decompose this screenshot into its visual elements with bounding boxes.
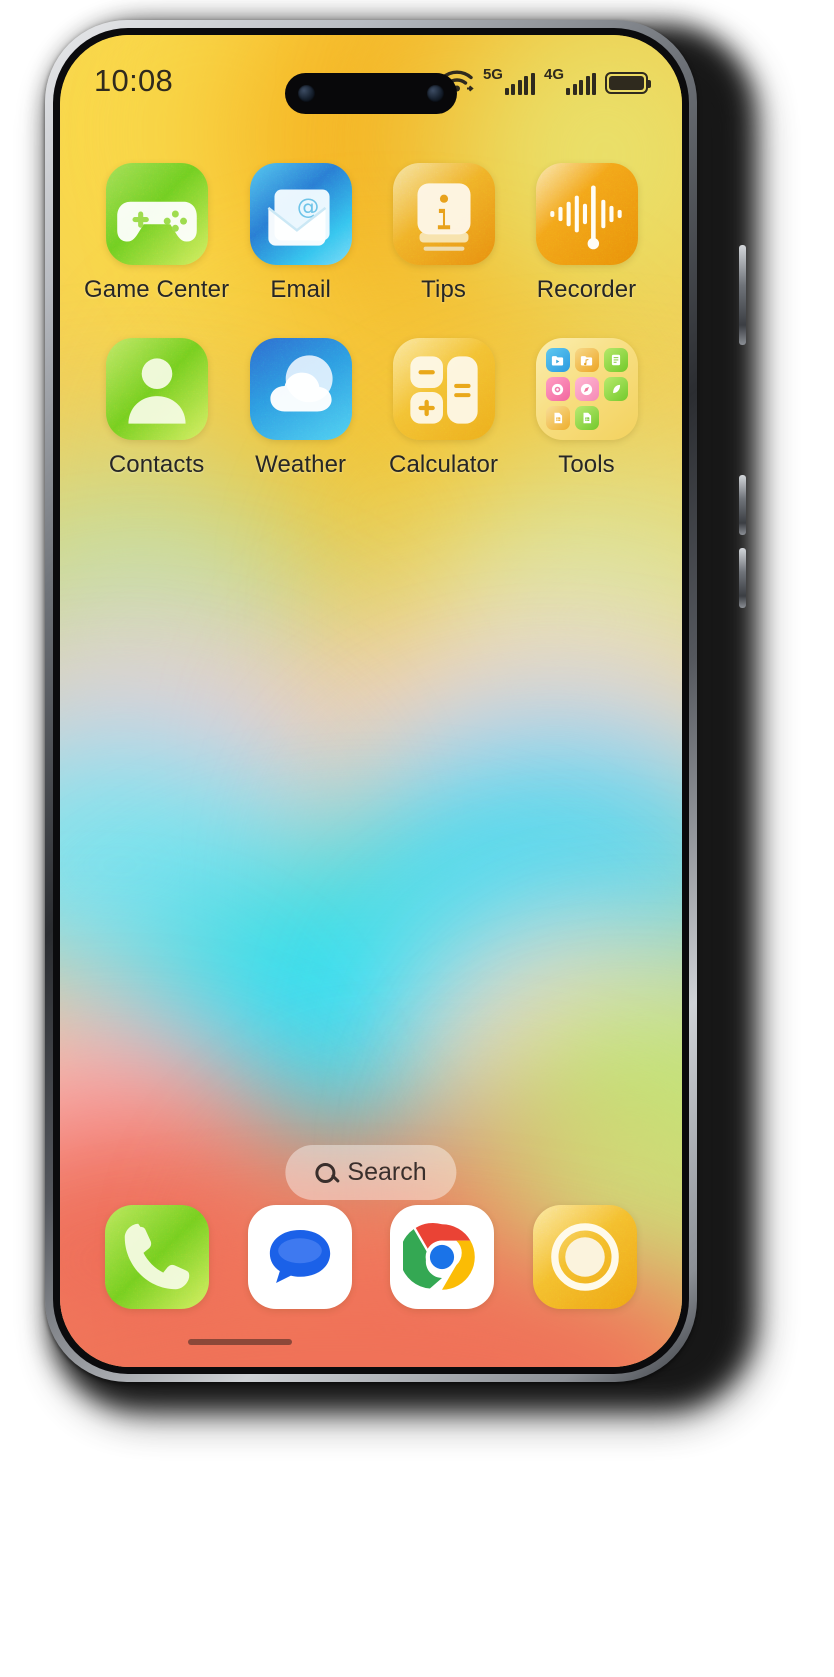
game-center-icon[interactable]: [105, 163, 208, 265]
search-label: Search: [347, 1158, 427, 1186]
app-contacts[interactable]: Contacts: [84, 338, 229, 479]
phone-bezel: 10:08 5G 4G Game Center @ Email Tips Rec…: [53, 28, 689, 1374]
app-label: Game Center: [84, 276, 230, 303]
phone-icon[interactable]: [105, 1205, 210, 1309]
tools-folder-icon[interactable]: [535, 338, 638, 440]
front-camera-lens-right: [427, 85, 444, 102]
battery-icon: [605, 72, 651, 94]
contacts-icon[interactable]: [105, 338, 208, 440]
signal-4g: 4G: [544, 67, 596, 95]
app-label: Recorder: [536, 276, 637, 303]
status-indicators: 5G 4G: [440, 67, 651, 95]
weather-icon[interactable]: [249, 338, 352, 440]
app-label: Tools: [558, 451, 615, 478]
tips-icon[interactable]: [392, 163, 495, 265]
mini-icon-leaf: [603, 377, 628, 401]
network-label-secondary: 4G: [543, 66, 564, 83]
app-label: Calculator: [389, 451, 499, 478]
mini-icon-camera: [545, 377, 570, 401]
mini-icon-video: [545, 348, 570, 372]
app-tips[interactable]: Tips: [372, 163, 515, 304]
mini-icon-compass: [574, 377, 599, 401]
signal-5g: 5G: [483, 67, 535, 95]
mini-icon-empty-slot: [604, 406, 628, 430]
app-label: Weather: [255, 451, 347, 478]
mini-icon-sim-one: [545, 406, 570, 430]
app-folder-tools[interactable]: Tools: [515, 338, 658, 479]
phone-screenshot: 10:08 5G 4G Game Center @ Email Tips Rec…: [0, 0, 834, 1677]
app-grid: Game Center @ Email Tips Recorder Contac…: [60, 163, 682, 479]
dynamic-island: [285, 73, 457, 114]
signal-bars-secondary: [566, 73, 596, 95]
messages-icon[interactable]: [247, 1205, 352, 1309]
app-weather[interactable]: Weather: [229, 338, 372, 479]
phone-frame: 10:08 5G 4G Game Center @ Email Tips Rec…: [45, 20, 746, 1382]
search-icon: [315, 1162, 336, 1183]
dock: [60, 1205, 682, 1309]
phone-screen: 10:08 5G 4G Game Center @ Email Tips Rec…: [60, 35, 682, 1367]
status-clock: 10:08: [94, 63, 174, 98]
app-label: Tips: [421, 276, 466, 303]
search-bar[interactable]: Search: [285, 1145, 457, 1200]
mini-icon-sim-two: [574, 406, 599, 430]
network-label-primary: 5G: [482, 66, 503, 83]
front-camera-lens-left: [298, 85, 315, 102]
power-button[interactable]: [739, 245, 746, 345]
mini-icon-notes: [603, 348, 628, 372]
app-game-center[interactable]: Game Center: [84, 163, 229, 304]
calculator-icon[interactable]: [392, 338, 495, 440]
app-email[interactable]: @ Email: [229, 163, 372, 304]
email-icon[interactable]: @: [249, 163, 352, 265]
app-label: Email: [270, 276, 331, 303]
app-recorder[interactable]: Recorder: [515, 163, 658, 304]
recorder-icon[interactable]: [535, 163, 638, 265]
chrome-icon[interactable]: [390, 1205, 495, 1309]
volume-up-button[interactable]: [739, 475, 746, 535]
signal-bars-primary: [504, 73, 535, 95]
volume-down-button[interactable]: [739, 548, 746, 608]
home-indicator[interactable]: [188, 1339, 292, 1345]
mini-icon-music: [574, 348, 599, 372]
camera-icon[interactable]: [532, 1205, 637, 1309]
app-calculator[interactable]: Calculator: [372, 338, 515, 479]
app-label: Contacts: [108, 451, 205, 478]
